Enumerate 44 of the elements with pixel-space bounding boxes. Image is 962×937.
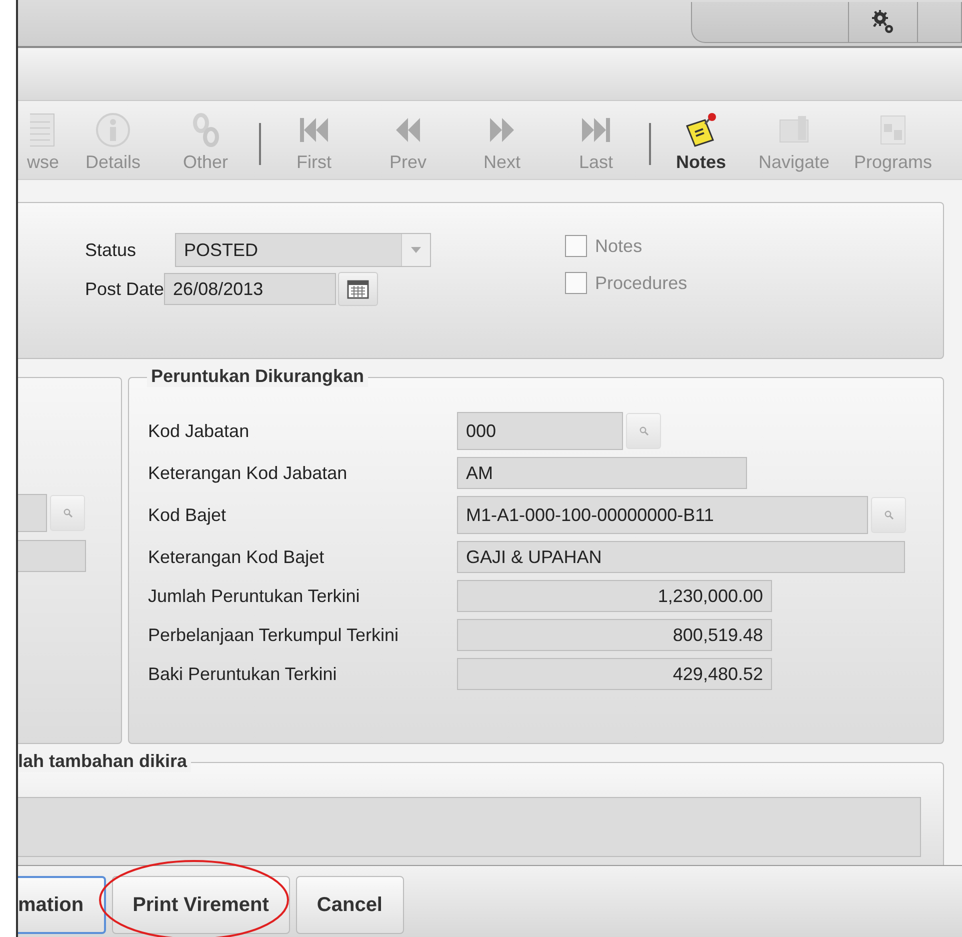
input-field[interactable]: 800,519.48: [457, 619, 772, 651]
field-label: Keterangan Kod Bajet: [148, 546, 324, 568]
sticky-note-icon: [683, 112, 719, 148]
input-field[interactable]: 429,480.52: [457, 658, 772, 690]
caret-icon: [411, 247, 422, 253]
toolbar-button[interactable]: Notes: [657, 101, 745, 179]
search-icon: [638, 426, 648, 436]
document-icon: [30, 112, 56, 148]
calendar-button[interactable]: [338, 272, 378, 306]
calendar-icon: [347, 279, 370, 299]
checkbox[interactable]: [565, 235, 588, 257]
input-field[interactable]: AM: [457, 457, 747, 489]
field-label: Kod Jabatan: [148, 420, 250, 442]
status-dropdown[interactable]: POSTED: [175, 233, 432, 267]
search-icon: [884, 510, 894, 520]
search-icon: [62, 508, 72, 518]
search-button[interactable]: [626, 413, 661, 449]
field-label: Status: [85, 240, 138, 260]
action-button[interactable]: Cancel: [296, 876, 404, 934]
search-button[interactable]: [871, 497, 906, 533]
input-field[interactable]: M1-A1-000-100-00000000-B11: [457, 496, 868, 534]
field-label: Perbelanjaan Terkumpul Terkini: [148, 624, 398, 646]
input-field[interactable]: [18, 540, 86, 572]
field-label: Post Date: [85, 278, 164, 300]
fieldset-legend: Peruntukan Dikurangkan: [147, 366, 368, 387]
search-button[interactable]: [50, 495, 85, 531]
field-label: Kod Bajet: [148, 504, 226, 526]
input-field[interactable]: 000: [457, 412, 623, 450]
field-label: Keterangan Kod Jabatan: [148, 462, 348, 484]
input-field[interactable]: [18, 494, 47, 532]
checkbox[interactable]: [565, 272, 588, 294]
input-field[interactable]: 1,230,000.00: [457, 580, 772, 612]
field-label: Jumlah Peruntukan Terkini: [148, 586, 360, 606]
text-area[interactable]: [18, 797, 921, 857]
date-field[interactable]: 26/08/2013: [164, 273, 336, 305]
fieldset-legend: lah tambahan dikira: [18, 751, 192, 772]
action-button[interactable]: mation: [18, 876, 106, 934]
input-field[interactable]: GAJI & UPAHAN: [457, 541, 905, 573]
checkbox-label: Procedures: [595, 272, 688, 294]
field-label: Baki Peruntukan Terkini: [148, 664, 337, 684]
info-icon: [95, 112, 131, 148]
checkbox-label: Notes: [595, 236, 642, 256]
action-button[interactable]: Print Virement: [112, 876, 290, 934]
settings-icon[interactable]: [871, 9, 895, 35]
